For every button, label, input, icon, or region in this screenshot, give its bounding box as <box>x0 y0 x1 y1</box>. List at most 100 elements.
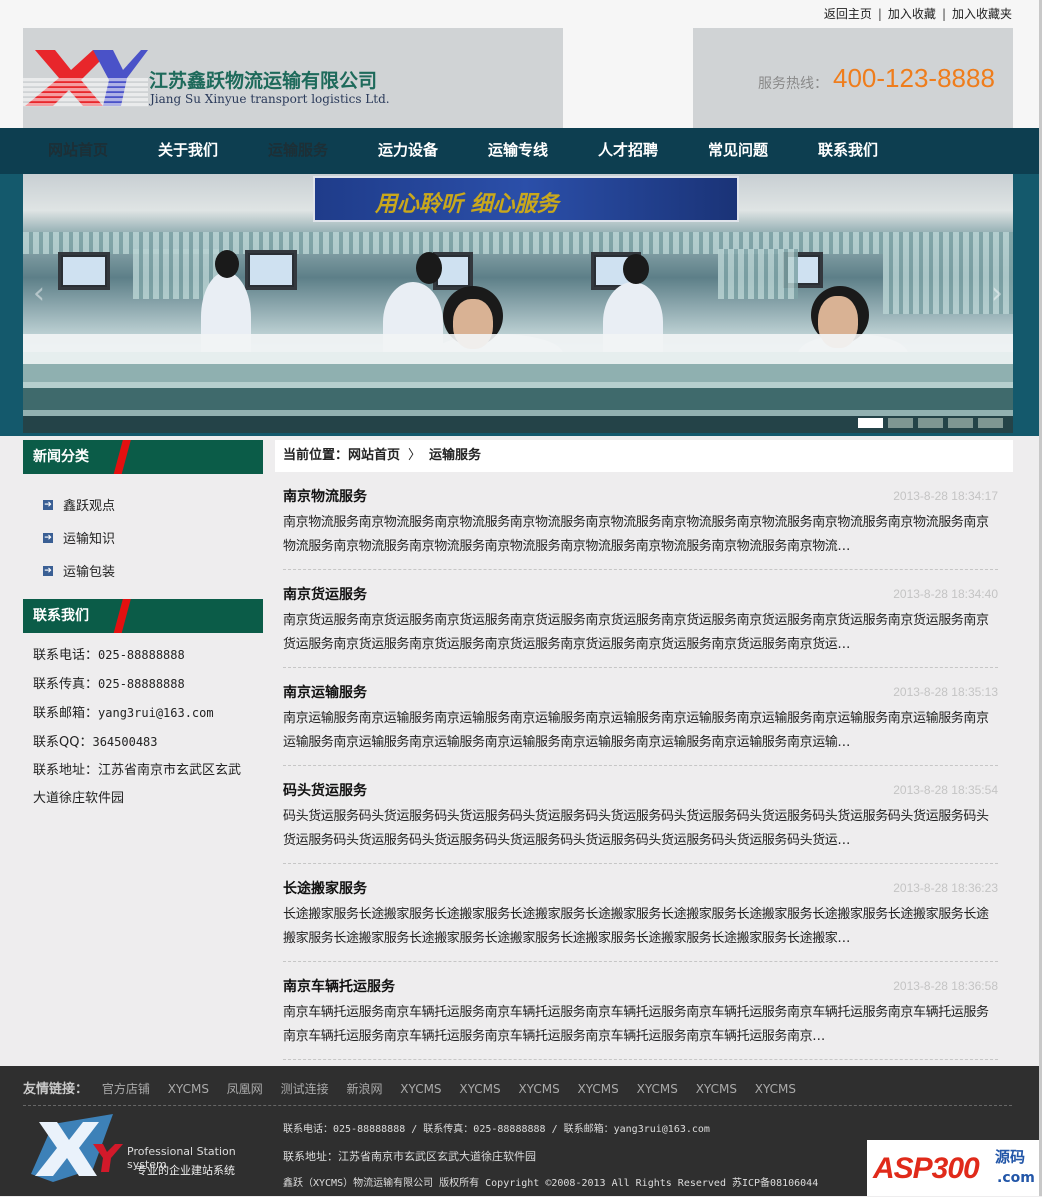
main-nav: 网站首页 关于我们 运输服务 运力设备 运输专线 人才招聘 常见问题 联系我们 <box>0 128 1042 174</box>
news-summary: 长途搬家服务长途搬家服务长途搬家服务长途搬家服务长途搬家服务长途搬家服务长途搬家… <box>283 907 989 946</box>
sidebar: 新闻分类 ➔ 鑫跃观点 ➔ 运输知识 ➔ 运输包装 联系我们 联系电话：025-888… <box>23 440 263 813</box>
nav-item-about[interactable]: 关于我们 <box>133 128 243 172</box>
nav-item-jobs[interactable]: 人才招聘 <box>573 128 683 172</box>
footer-divider <box>23 1105 1012 1106</box>
friend-link[interactable]: XYCMS <box>578 1082 619 1096</box>
arrow-right-icon: ➔ <box>43 532 53 543</box>
footer-logo-cn: 专业的企业建站系统 <box>136 1164 235 1177</box>
friend-link[interactable]: XYCMS <box>168 1082 209 1096</box>
slide-dot-4[interactable] <box>948 418 973 428</box>
friend-link[interactable]: XYCMS <box>459 1082 500 1096</box>
person-head <box>416 252 442 284</box>
arrow-right-icon: ➔ <box>43 499 53 510</box>
top-links: 返回主页 | 加入收藏 | 加入收藏夹 <box>824 5 1012 22</box>
monitor <box>245 250 297 290</box>
friend-link[interactable]: 官方店铺 <box>102 1082 150 1096</box>
phone-label: 联系电话： <box>33 648 99 663</box>
news-item: 南京车辆托运服务 2013-8-28 18:36:58 南京车辆托运服务南京车辆托… <box>283 962 998 1060</box>
email-label: 联系邮箱： <box>33 706 99 721</box>
partition <box>718 249 798 299</box>
contact-title: 联系我们 <box>33 608 89 624</box>
main-area: 新闻分类 ➔ 鑫跃观点 ➔ 运输知识 ➔ 运输包装 联系我们 联系电话：025-888… <box>0 436 1042 1092</box>
slide-indicators <box>858 418 1003 428</box>
category-label: 运输包装 <box>63 565 116 580</box>
news-title[interactable]: 南京运输服务 <box>283 682 367 702</box>
nav-item-routes[interactable]: 运输专线 <box>463 128 573 172</box>
add-favorite-link[interactable]: 加入收藏 <box>888 7 936 21</box>
fax-label: 联系传真： <box>33 677 99 692</box>
logo[interactable]: 江苏鑫跃物流运输有限公司 Jiang Su Xinyue transport l… <box>23 28 563 128</box>
slide-dot-3[interactable] <box>918 418 943 428</box>
email-value: yang3rui@163.com <box>98 706 214 720</box>
nav-item-home[interactable]: 网站首页 <box>23 128 133 172</box>
nav-item-services[interactable]: 运输服务 <box>243 128 353 172</box>
footer: 友情链接： 官方店铺 XYCMS 凤凰网 测试连接 新浪网 XYCMS XYCM… <box>0 1066 1042 1196</box>
nav-item-faq[interactable]: 常见问题 <box>683 128 793 172</box>
contact-phone: 联系电话：025-88888888 <box>33 641 263 670</box>
news-title[interactable]: 南京车辆托运服务 <box>283 976 395 996</box>
news-title[interactable]: 南京货运服务 <box>283 584 367 604</box>
monitor <box>58 252 110 290</box>
footer-address-line: 联系地址：江苏省南京市玄武区玄武大道徐庄软件园 <box>283 1150 536 1163</box>
back-home-link[interactable]: 返回主页 <box>824 7 872 21</box>
slide-dot-2[interactable] <box>888 418 913 428</box>
person-head <box>215 250 239 278</box>
category-item[interactable]: ➔ 鑫跃观点 <box>43 488 263 521</box>
arrow-right-icon: ➔ <box>43 565 53 576</box>
watermark-main: ASP300 <box>873 1152 980 1185</box>
news-category-title: 新闻分类 <box>33 449 89 465</box>
news-date: 2013-8-28 18:36:23 <box>893 881 998 895</box>
contact-fax: 联系传真：025-88888888 <box>33 670 263 699</box>
banner-screen: 用心聆听 细心服务 <box>313 176 739 222</box>
banner-prev-icon[interactable]: ‹ <box>29 274 49 314</box>
asp300-watermark[interactable]: ASP300 源码 .com <box>867 1140 1042 1196</box>
news-title[interactable]: 南京物流服务 <box>283 486 367 506</box>
friend-link[interactable]: XYCMS <box>696 1082 737 1096</box>
friend-link[interactable]: XYCMS <box>400 1082 441 1096</box>
friend-link[interactable]: 新浪网 <box>346 1082 382 1096</box>
nav-item-contact[interactable]: 联系我们 <box>793 128 903 172</box>
content: 当前位置：网站首页〉运输服务 南京物流服务 2013-8-28 18:34:17 … <box>275 440 1013 1092</box>
slide-dot-5[interactable] <box>978 418 1003 428</box>
news-item: 南京运输服务 2013-8-28 18:35:13 南京运输服务南京运输服务南京运… <box>283 668 998 766</box>
breadcrumb-home[interactable]: 网站首页 <box>348 448 400 463</box>
contact-email: 联系邮箱：yang3rui@163.com <box>33 699 263 728</box>
news-item: 长途搬家服务 2013-8-28 18:36:23 长途搬家服务长途搬家服务长途搬… <box>283 864 998 962</box>
banner-screen-text: 用心聆听 细心服务 <box>375 192 559 217</box>
news-item: 南京货运服务 2013-8-28 18:34:40 南京货运服务南京货运服务南京货… <box>283 570 998 668</box>
friend-link[interactable]: 测试连接 <box>281 1082 329 1096</box>
xy-footer-logo-icon <box>31 1114 123 1182</box>
nav-item-equipment[interactable]: 运力设备 <box>353 128 463 172</box>
banner-image[interactable]: 用心聆听 细心服务 ‹ › <box>23 174 1013 433</box>
news-date: 2013-8-28 18:34:40 <box>893 587 998 601</box>
divider: | <box>877 7 882 21</box>
category-item[interactable]: ➔ 运输包装 <box>43 554 263 587</box>
category-item[interactable]: ➔ 运输知识 <box>43 521 263 554</box>
watermark-com: .com <box>997 1170 1035 1186</box>
contact-info: 联系电话：025-88888888 联系传真：025-88888888 联系邮箱… <box>23 633 263 813</box>
divider: | <box>941 7 946 21</box>
news-title[interactable]: 长途搬家服务 <box>283 878 367 898</box>
breadcrumb-separator: 〉 <box>408 448 422 463</box>
friend-link[interactable]: 凤凰网 <box>227 1082 263 1096</box>
slide-dot-1[interactable] <box>858 418 883 428</box>
banner-next-icon[interactable]: › <box>987 274 1007 314</box>
friend-link[interactable]: XYCMS <box>637 1082 678 1096</box>
footer-copyright-line: 鑫跃（XYCMS）物流运输有限公司 版权所有 Copyright ©2008-2… <box>283 1178 819 1189</box>
fax-value: 025-88888888 <box>98 677 185 691</box>
news-summary: 码头货运服务码头货运服务码头货运服务码头货运服务码头货运服务码头货运服务码头货运… <box>283 809 989 848</box>
friend-link[interactable]: XYCMS <box>518 1082 559 1096</box>
footer-contact-line: 联系电话：025-88888888 / 联系传真：025-88888888 / … <box>283 1124 710 1135</box>
news-date: 2013-8-28 18:35:13 <box>893 685 998 699</box>
breadcrumb: 当前位置：网站首页〉运输服务 <box>275 440 1013 472</box>
contact-address: 联系地址：江苏省南京市玄武区玄武大道徐庄软件园 <box>33 757 253 813</box>
footer-info: 联系电话：025-88888888 / 联系传真：025-88888888 / … <box>283 1116 818 1197</box>
breadcrumb-prefix: 当前位置： <box>283 448 349 463</box>
contact-header: 联系我们 <box>23 599 263 633</box>
desk <box>23 334 1013 352</box>
contact-qq: 联系QQ：364500483 <box>33 728 263 757</box>
add-bookmark-link[interactable]: 加入收藏夹 <box>952 7 1012 21</box>
friend-link[interactable]: XYCMS <box>755 1082 796 1096</box>
hotline-panel: 服务热线： 400-123-8888 <box>693 28 1013 128</box>
news-title[interactable]: 码头货运服务 <box>283 780 367 800</box>
